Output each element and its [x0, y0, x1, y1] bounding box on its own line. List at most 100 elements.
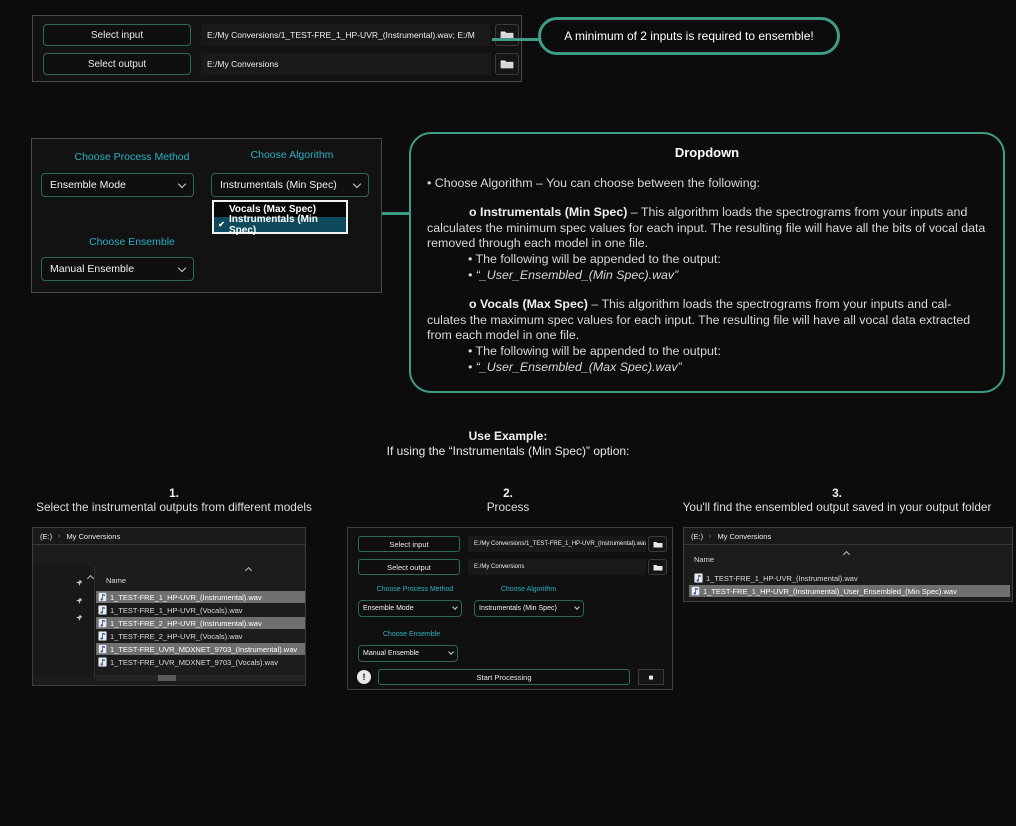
- input-path-field[interactable]: E:/My Conversions/1_TEST-FRE_1_HP-UVR_(I…: [201, 24, 491, 46]
- infobox-connector-line: [382, 212, 411, 215]
- file-name: 1_TEST-FRE_2_HP-UVR_(Vocals).wav: [110, 632, 243, 641]
- ensemble-value: Manual Ensemble: [363, 650, 419, 657]
- chevron-down-icon: [574, 604, 580, 610]
- breadcrumb-folder[interactable]: My Conversions: [717, 532, 771, 541]
- file-name: 1_TEST-FRE_UVR_MDXNET_9703_(Vocals).wav: [110, 658, 278, 667]
- chevron-down-icon: [452, 604, 458, 610]
- process-method-label: Choose Process Method: [52, 151, 212, 163]
- process-method-label: Choose Process Method: [360, 586, 470, 593]
- page: Select input E:/My Conversions/1_TEST-FR…: [0, 0, 1016, 826]
- sort-ascending-icon[interactable]: [245, 567, 252, 574]
- chevron-down-icon: [448, 649, 454, 655]
- ensemble-value: Manual Ensemble: [50, 263, 134, 275]
- process-method-value: Ensemble Mode: [50, 179, 126, 191]
- output-path-field[interactable]: E:/My Conversions: [201, 53, 491, 75]
- algorithm-label: Choose Algorithm: [476, 586, 581, 593]
- process-window: Select input E:/My Conversions/1_TEST-FR…: [347, 527, 673, 690]
- stop-button[interactable]: ■: [638, 669, 664, 685]
- file-rows: 1_TEST-FRE_1_HP-UVR_(Instrumental).wav 1…: [96, 591, 305, 668]
- min-spec-paragraph: o Instrumentals (Min Spec) – This algori…: [427, 205, 987, 252]
- process-method-dropdown[interactable]: Ensemble Mode: [41, 173, 194, 197]
- file-row[interactable]: 1_TEST-FRE_1_HP-UVR_(Vocals).wav: [96, 604, 305, 616]
- file-row[interactable]: 1_TEST-FRE_UVR_MDXNET_9703_(Instrumental…: [96, 643, 305, 655]
- breadcrumb-folder[interactable]: My Conversions: [66, 532, 120, 541]
- explorer-file-list: Name 1_TEST-FRE_1_HP-UVR_(Instrumental).…: [96, 566, 305, 668]
- algorithm-open-menu: Vocals (Max Spec) ✔ Instrumentals (Min S…: [212, 200, 348, 234]
- name-column-header[interactable]: Name: [694, 555, 714, 564]
- pin-icon[interactable]: [75, 609, 83, 627]
- algorithm-dropdown[interactable]: Instrumentals (Min Spec): [474, 600, 584, 617]
- sort-ascending-icon[interactable]: [87, 575, 94, 582]
- folder-icon: [653, 564, 663, 571]
- info-intro: • Choose Algorithm – You can choose betw…: [427, 176, 987, 192]
- breadcrumb: (E:) › My Conversions: [33, 528, 305, 545]
- browse-output-button[interactable]: [495, 53, 519, 75]
- select-input-button[interactable]: Select input: [358, 536, 460, 552]
- ensemble-label: Choose Ensemble: [364, 631, 459, 638]
- pin-icon[interactable]: [75, 592, 83, 610]
- file-row[interactable]: 1_TEST-FRE_1_HP-UVR_(Instrumental).wav: [96, 591, 305, 603]
- audio-file-icon: [691, 586, 700, 596]
- ensemble-dropdown[interactable]: Manual Ensemble: [358, 645, 458, 662]
- file-name: 1_TEST-FRE_1_HP-UVR_(Vocals).wav: [110, 606, 243, 615]
- file-row[interactable]: 1_TEST-FRE_1_HP-UVR_(Instrumental)_User_…: [689, 585, 1010, 597]
- callout-text: A minimum of 2 inputs is required to ens…: [564, 29, 813, 43]
- menu-item-label: Instrumentals (Min Spec): [229, 214, 346, 236]
- file-row[interactable]: 1_TEST-FRE_UVR_MDXNET_9703_(Vocals).wav: [96, 656, 305, 668]
- use-example-title: Use Example:: [0, 429, 1016, 444]
- horizontal-scrollbar[interactable]: [96, 675, 304, 681]
- select-input-button[interactable]: Select input: [43, 24, 191, 46]
- step-number: 2.: [388, 486, 628, 500]
- audio-file-icon: [98, 605, 107, 615]
- breadcrumb-drive[interactable]: (E:): [40, 532, 52, 541]
- algorithm-dropdown[interactable]: Instrumentals (Min Spec): [211, 173, 369, 197]
- folder-icon: [653, 541, 663, 548]
- file-row[interactable]: 1_TEST-FRE_2_HP-UVR_(Vocals).wav: [96, 630, 305, 642]
- process-method-dropdown[interactable]: Ensemble Mode: [358, 600, 462, 617]
- input-path-field[interactable]: E:/My Conversions/1_TEST-FRE_1_HP-UVR_(I…: [468, 536, 646, 552]
- select-output-button[interactable]: Select output: [43, 53, 191, 75]
- dropdown-info-box: Dropdown • Choose Algorithm – You can ch…: [409, 132, 1005, 393]
- chevron-down-icon: [178, 179, 186, 187]
- callout-connector-line: [492, 38, 544, 41]
- file-name: 1_TEST-FRE_1_HP-UVR_(Instrumental)_User_…: [703, 587, 957, 596]
- explorer-inputs-window: (E:) › My Conversions Name: [32, 527, 306, 686]
- ensemble-dropdown[interactable]: Manual Ensemble: [41, 257, 194, 281]
- browse-output-button[interactable]: [648, 559, 667, 575]
- info-box-title: Dropdown: [427, 145, 987, 161]
- step-number: 3.: [658, 486, 1016, 500]
- file-name: 1_TEST-FRE_1_HP-UVR_(Instrumental).wav: [110, 593, 262, 602]
- max-spec-bullet: • The following will be appended to the …: [468, 344, 987, 360]
- breadcrumb-separator-icon: ›: [709, 533, 711, 540]
- chevron-down-icon: [178, 263, 186, 271]
- output-path-field[interactable]: E:/My Conversions: [468, 559, 646, 575]
- menu-item-instrumentals-min-spec[interactable]: ✔ Instrumentals (Min Spec): [214, 217, 346, 232]
- file-row[interactable]: 1_TEST-FRE_2_HP-UVR_(Instrumental).wav: [96, 617, 305, 629]
- step-caption: Select the instrumental outputs from dif…: [6, 500, 342, 514]
- start-processing-button[interactable]: Start Processing: [378, 669, 630, 685]
- audio-file-icon: [98, 644, 107, 654]
- file-row[interactable]: 1_TEST-FRE_1_HP-UVR_(Instrumental).wav: [692, 572, 863, 584]
- ensemble-label: Choose Ensemble: [72, 236, 192, 248]
- process-method-value: Ensemble Mode: [363, 605, 414, 612]
- step-3-heading: 3. You'll find the ensembled output save…: [658, 486, 1016, 514]
- select-output-button[interactable]: Select output: [358, 559, 460, 575]
- step-number: 1.: [6, 486, 342, 500]
- scrollbar-thumb[interactable]: [158, 675, 176, 681]
- info-icon[interactable]: !: [357, 670, 371, 684]
- stop-icon: ■: [649, 673, 654, 682]
- pin-icon[interactable]: [75, 574, 83, 592]
- breadcrumb-drive[interactable]: (E:): [691, 532, 703, 541]
- browse-input-button[interactable]: [495, 24, 519, 46]
- file-name: 1_TEST-FRE_2_HP-UVR_(Instrumental).wav: [110, 619, 262, 628]
- audio-file-icon: [98, 657, 107, 667]
- min-inputs-callout: A minimum of 2 inputs is required to ens…: [538, 17, 840, 55]
- sort-ascending-icon[interactable]: [843, 551, 850, 558]
- step-1-heading: 1. Select the instrumental outputs from …: [6, 486, 342, 514]
- name-column-header[interactable]: Name: [106, 576, 126, 585]
- breadcrumb-separator-icon: ›: [58, 533, 60, 540]
- file-name: 1_TEST-FRE_1_HP-UVR_(Instrumental).wav: [706, 574, 858, 583]
- audio-file-icon: [98, 618, 107, 628]
- browse-input-button[interactable]: [648, 536, 667, 552]
- min-spec-bullet: • The following will be appended to the …: [468, 252, 987, 268]
